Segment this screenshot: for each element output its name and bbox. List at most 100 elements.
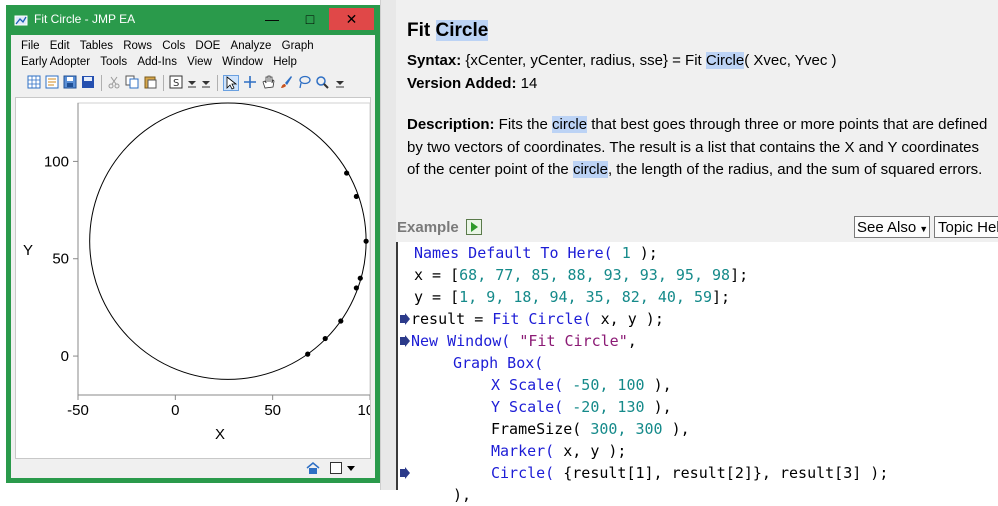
code-number: 1, 9, 18, 94, 35, 82, 40, 59 bbox=[459, 288, 713, 306]
svg-text:S: S bbox=[173, 78, 179, 89]
breakpoint-arrow-icon bbox=[400, 335, 410, 347]
description-label: Description: bbox=[407, 116, 495, 133]
code-line: Graph Box( bbox=[453, 352, 543, 374]
magnifier-icon[interactable] bbox=[315, 75, 329, 89]
crosshair-icon[interactable] bbox=[243, 75, 257, 89]
version-line: Version Added: 14 bbox=[407, 75, 537, 92]
x-tick-label: 0 bbox=[171, 402, 179, 419]
lasso-icon[interactable] bbox=[297, 75, 311, 89]
code-keyword: Y Scale( bbox=[491, 398, 564, 416]
data-point bbox=[357, 275, 363, 281]
code-line: ), bbox=[453, 484, 471, 506]
code-text: FrameSize( bbox=[491, 420, 582, 438]
close-button[interactable]: ✕ bbox=[329, 8, 374, 30]
journal-icon[interactable]: S bbox=[169, 75, 183, 89]
code-text: ), bbox=[453, 486, 472, 504]
run-script-icon[interactable] bbox=[466, 219, 482, 235]
hand-icon[interactable] bbox=[261, 75, 275, 89]
breakpoint-arrow-icon bbox=[400, 313, 410, 325]
dropdown-arrow-icon[interactable] bbox=[345, 461, 357, 475]
data-point bbox=[305, 351, 311, 357]
syntax-text: {xCenter, yCenter, radius, sse} = Fit bbox=[461, 52, 706, 69]
code-line: x = [68, 77, 85, 88, 93, 93, 95, 98]; bbox=[414, 264, 748, 286]
data-point bbox=[353, 193, 359, 200]
code-text: x = [ bbox=[414, 266, 460, 284]
menu-rows[interactable]: Rows bbox=[123, 40, 152, 52]
code-text: ), bbox=[671, 420, 690, 438]
dropdown-arrow-icon[interactable] bbox=[333, 75, 347, 89]
example-code[interactable]: Names Default To Here( 1 ); x = [68, 77,… bbox=[396, 242, 998, 504]
code-line: y = [1, 9, 18, 94, 35, 82, 40, 59]; bbox=[414, 286, 730, 308]
arrow-select-icon[interactable] bbox=[223, 75, 239, 91]
window-client: File Edit Tables Rows Cols DOE Analyze G… bbox=[11, 35, 383, 478]
description: Description: Fits the circle that best g… bbox=[407, 114, 992, 182]
data-point bbox=[353, 285, 359, 291]
dropdown-arrow-icon[interactable] bbox=[199, 75, 213, 89]
y-axis-label: Y bbox=[23, 242, 33, 259]
code-keyword: Circle( bbox=[491, 464, 555, 482]
code-text: ), bbox=[653, 398, 672, 416]
help-title-prefix: Fit bbox=[407, 20, 436, 41]
code-line: result = Fit Circle( x, y ); bbox=[411, 308, 664, 330]
title-bar[interactable]: Fit Circle - JMP EA — □ ✕ bbox=[6, 5, 380, 35]
search-highlight: Circle bbox=[705, 52, 745, 69]
topic-help-button[interactable]: Topic Help bbox=[934, 216, 998, 238]
data-point bbox=[363, 238, 369, 244]
code-line: X Scale( -50, 100 ), bbox=[491, 374, 672, 396]
syntax-text-end: ( Xvec, Yvec ) bbox=[744, 52, 837, 69]
menu-cols[interactable]: Cols bbox=[162, 40, 185, 52]
code-number: 300, 300 bbox=[581, 420, 672, 438]
menu-window[interactable]: Window bbox=[222, 56, 263, 68]
home-icon[interactable] bbox=[306, 461, 320, 475]
jmp-window: Fit Circle - JMP EA — □ ✕ File Edit Tabl… bbox=[6, 5, 383, 483]
scripting-index-help: Fit Circle Syntax: {xCenter, yCenter, ra… bbox=[396, 0, 998, 504]
code-text: , bbox=[627, 332, 637, 350]
pane-splitter[interactable] bbox=[380, 0, 396, 490]
toolbar-separator bbox=[217, 75, 218, 91]
menu-tables[interactable]: Tables bbox=[80, 40, 113, 52]
toolbar: S bbox=[17, 73, 369, 93]
y-tick-label: 50 bbox=[52, 251, 69, 268]
version-label: Version Added: bbox=[407, 75, 517, 92]
code-keyword: Fit Circle( bbox=[492, 310, 592, 328]
save-disk-icon[interactable] bbox=[81, 75, 95, 89]
code-line: FrameSize( 300, 300 ), bbox=[491, 418, 690, 440]
dropdown-arrow-icon[interactable] bbox=[185, 75, 199, 89]
description-text: Fits the bbox=[494, 116, 553, 133]
menu-edit[interactable]: Edit bbox=[50, 40, 70, 52]
minimize-button[interactable]: — bbox=[253, 8, 291, 30]
example-bar: Example See Also▼ Topic Help bbox=[396, 216, 998, 240]
menu-bar-row-1: File Edit Tables Rows Cols DOE Analyze G… bbox=[21, 40, 321, 56]
toolbar-separator bbox=[163, 75, 164, 91]
menu-analyze[interactable]: Analyze bbox=[231, 40, 272, 52]
menu-early-adopter[interactable]: Early Adopter bbox=[21, 56, 90, 68]
maximize-button[interactable]: □ bbox=[291, 8, 329, 30]
menu-graph[interactable]: Graph bbox=[282, 40, 314, 52]
code-text: y = [ bbox=[414, 288, 460, 306]
search-highlight: circle bbox=[572, 161, 608, 178]
plot-frame bbox=[77, 102, 371, 396]
x-tick-label: -50 bbox=[67, 402, 89, 419]
open-file-icon[interactable] bbox=[45, 75, 59, 89]
paste-icon[interactable] bbox=[143, 75, 157, 89]
see-also-button[interactable]: See Also ▼ bbox=[854, 216, 930, 238]
save-icon[interactable] bbox=[63, 75, 77, 89]
menu-add-ins[interactable]: Add-Ins bbox=[137, 56, 177, 68]
menu-view[interactable]: View bbox=[187, 56, 212, 68]
copy-icon[interactable] bbox=[125, 75, 139, 89]
code-number: -50, 100 bbox=[563, 376, 654, 394]
cut-icon[interactable] bbox=[107, 75, 121, 89]
new-table-icon[interactable] bbox=[27, 75, 41, 89]
code-number: 68, 77, 85, 88, 93, 93, 95, 98 bbox=[459, 266, 731, 284]
data-point bbox=[338, 318, 344, 324]
checkbox-icon[interactable] bbox=[329, 461, 343, 475]
menu-tools[interactable]: Tools bbox=[100, 56, 127, 68]
brush-icon[interactable] bbox=[279, 75, 293, 89]
menu-help[interactable]: Help bbox=[273, 56, 297, 68]
code-string: "Fit Circle" bbox=[510, 332, 628, 350]
menu-doe[interactable]: DOE bbox=[195, 40, 220, 52]
menu-bar-row-2: Early Adopter Tools Add-Ins View Window … bbox=[21, 56, 304, 72]
menu-file[interactable]: File bbox=[21, 40, 40, 52]
fit-circle-chart[interactable]: -50 0 50 100 0 50 100 X Y bbox=[16, 98, 383, 458]
code-line: Circle( {result[1], result[2]}, result[3… bbox=[491, 462, 888, 484]
